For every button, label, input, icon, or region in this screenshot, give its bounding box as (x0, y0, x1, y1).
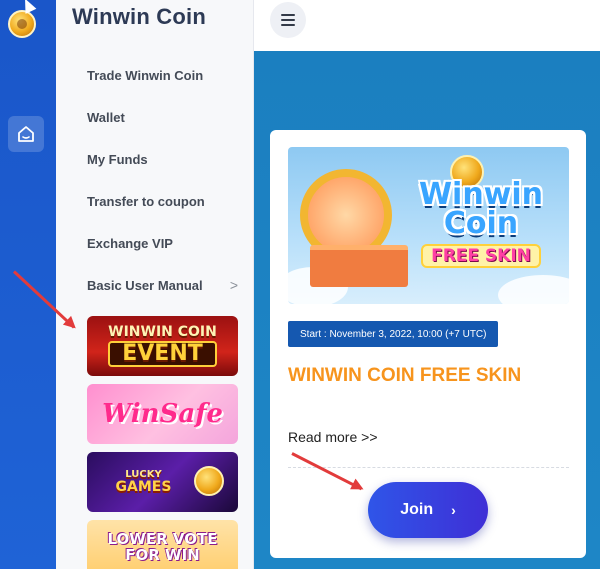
chevron-right-icon: > (229, 277, 238, 293)
banner-text: LOWER VOTE FOR WIN (108, 531, 218, 564)
lower-vote-for-win-banner[interactable]: LOWER VOTE FOR WIN (87, 520, 238, 569)
banner-line2: EVENT (108, 341, 217, 367)
brand-title: Winwin Coin (72, 4, 206, 29)
banner-line1: WinSafe (102, 399, 223, 429)
sidebar-item-label: Basic User Manual (87, 277, 203, 293)
sidebar-item-transfer-to-coupon[interactable]: Transfer to coupon (56, 180, 254, 222)
sidebar-item-label: Wallet (87, 109, 125, 125)
sidebar-item-label: Transfer to coupon (87, 193, 205, 209)
sidebar-item-label: Trade Winwin Coin (87, 67, 204, 83)
hamburger-menu-icon (281, 24, 295, 26)
top-bar (254, 0, 600, 51)
gift-box-illustration (310, 245, 408, 287)
sidebar-item-basic-user-manual[interactable]: Basic User Manual > (56, 264, 254, 306)
cloud-decoration (498, 275, 569, 304)
read-more-link[interactable]: Read more >> (288, 429, 378, 445)
sidebar-item-wallet[interactable]: Wallet (56, 96, 254, 138)
main-content: Winwin Coin FREE SKIN Start : November 3… (254, 51, 600, 569)
sidebar-item-trade-winwin-coin[interactable]: Trade Winwin Coin (56, 54, 254, 96)
event-card: Winwin Coin FREE SKIN Start : November 3… (270, 130, 586, 558)
sidebar-item-exchange-vip[interactable]: Exchange VIP (56, 222, 254, 264)
event-hero-image[interactable]: Winwin Coin FREE SKIN (288, 147, 569, 304)
hamburger-menu-icon (281, 14, 295, 16)
start-date-badge: Start : November 3, 2022, 10:00 (+7 UTC) (288, 321, 499, 347)
hero-line3: FREE SKIN (421, 244, 541, 269)
banner-line1: WINWIN COIN (108, 324, 217, 340)
sidebar: Winwin Coin Trade Winwin Coin Wallet My … (56, 0, 254, 569)
sidebar-item-label: My Funds (87, 151, 148, 167)
winwin-coin-logo-icon[interactable] (8, 10, 36, 38)
event-title: WINWIN COIN FREE SKIN (288, 365, 522, 386)
sidebar-item-label: Exchange VIP (87, 235, 173, 251)
hamburger-menu-button[interactable] (270, 2, 306, 38)
chevron-right-icon: › (451, 502, 456, 518)
winwin-coin-event-banner[interactable]: WINWIN COIN EVENT (87, 316, 238, 376)
sidebar-menu: Trade Winwin Coin Wallet My Funds Transf… (56, 54, 254, 306)
banner-line2: GAMES (115, 479, 172, 495)
divider (288, 467, 569, 468)
hero-title: Winwin Coin FREE SKIN (396, 180, 566, 269)
join-button[interactable]: Join › (368, 482, 488, 538)
coin-icon (194, 466, 224, 496)
home-icon (18, 126, 34, 142)
banner-text: LUCKY GAMES (115, 470, 172, 495)
banner-text: WINWIN COIN EVENT (108, 325, 217, 367)
home-button[interactable] (8, 116, 44, 152)
sidebar-item-my-funds[interactable]: My Funds (56, 138, 254, 180)
lucky-games-banner[interactable]: LUCKY GAMES (87, 452, 238, 512)
hero-line2: Coin (443, 205, 519, 241)
hamburger-menu-icon (281, 19, 295, 21)
join-label: Join (400, 501, 434, 518)
winsafe-banner[interactable]: WinSafe (87, 384, 238, 444)
banner-line2: FOR WIN (125, 545, 200, 564)
